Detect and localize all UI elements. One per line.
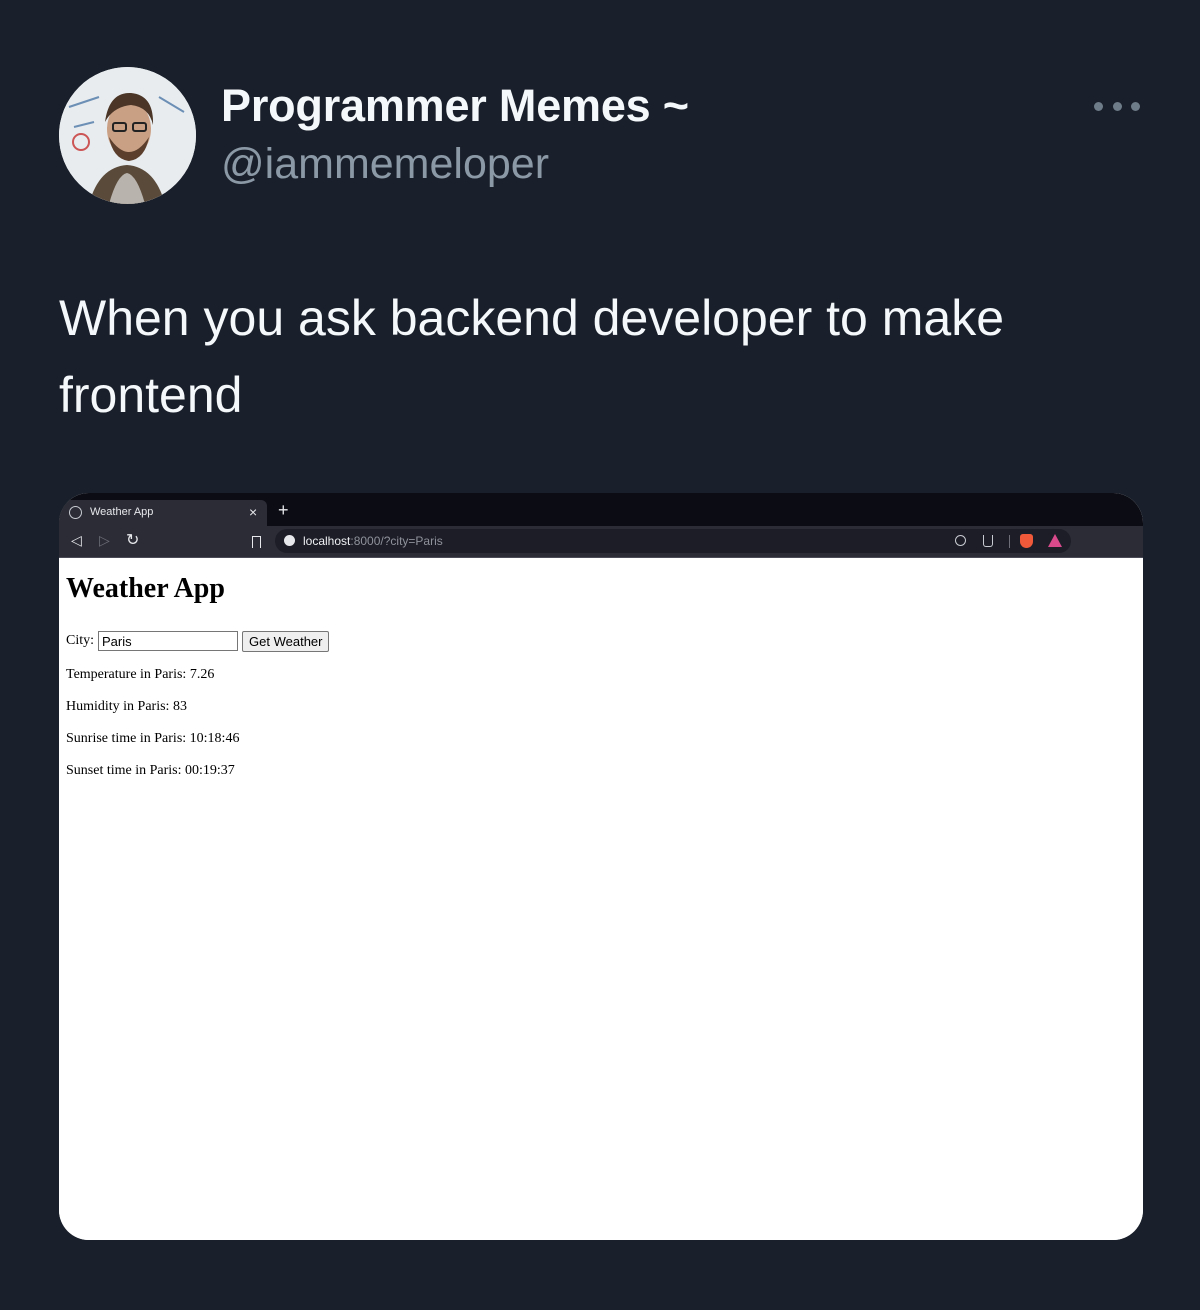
city-input[interactable]	[98, 631, 239, 651]
more-dot	[1112, 101, 1122, 111]
tweet-text: When you ask backend developer to make f…	[59, 290, 1004, 423]
city-label: City:	[66, 633, 95, 648]
temperature-result: Temperature in Paris: 7.26	[66, 667, 215, 682]
forward-icon[interactable]: ▷	[99, 532, 110, 549]
globe-icon	[69, 506, 82, 519]
tab-title: Weather App	[90, 506, 154, 518]
bookmark-icon[interactable]	[252, 536, 261, 548]
rewards-icon[interactable]	[1048, 534, 1062, 547]
more-dot	[1131, 101, 1140, 111]
avatar[interactable]	[59, 67, 196, 204]
city-form: City: Get Weather	[66, 630, 330, 652]
close-tab-icon[interactable]: ×	[249, 504, 257, 520]
new-tab-icon[interactable]: +	[278, 501, 289, 519]
browser-toolbar: ◁ ▷ ↻ localhost:8000/?city=Paris	[59, 526, 1143, 558]
humidity-result: Humidity in Paris: 83	[66, 699, 187, 714]
sunrise-result: Sunrise time in Paris: 10:18:46	[66, 731, 240, 746]
more-dot	[1094, 101, 1103, 111]
brave-shield-icon[interactable]	[1020, 534, 1033, 548]
tweet-media[interactable]: Weather App × + ◁ ▷ ↻ localhost:8000/?ci…	[59, 493, 1143, 1240]
back-icon[interactable]: ◁	[71, 532, 82, 549]
display-name[interactable]: Programmer Memes ~	[221, 80, 689, 132]
reload-icon[interactable]: ↻	[126, 530, 139, 550]
share-icon[interactable]	[983, 535, 993, 547]
page-title: Weather App	[66, 573, 225, 604]
url-host: localhost	[303, 534, 351, 548]
browser-tab-bar: Weather App × +	[59, 493, 1143, 526]
get-weather-button[interactable]: Get Weather	[242, 630, 330, 652]
site-info-icon[interactable]	[284, 535, 295, 546]
avatar-image	[59, 67, 196, 204]
address-bar[interactable]: localhost:8000/?city=Paris	[275, 529, 1071, 553]
url-text: localhost:8000/?city=Paris	[303, 534, 443, 548]
browser-tab[interactable]: Weather App ×	[59, 500, 267, 526]
sunset-result: Sunset time in Paris: 00:19:37	[66, 763, 235, 778]
more-options-icon[interactable]	[1094, 98, 1140, 114]
user-handle[interactable]: @iammemeloper	[221, 140, 549, 189]
toolbar-divider	[1009, 535, 1010, 548]
zoom-icon[interactable]	[955, 535, 966, 546]
url-path: :8000/?city=Paris	[350, 534, 443, 548]
weather-page: Weather App City: Get Weather Temperatur…	[59, 559, 1143, 1240]
